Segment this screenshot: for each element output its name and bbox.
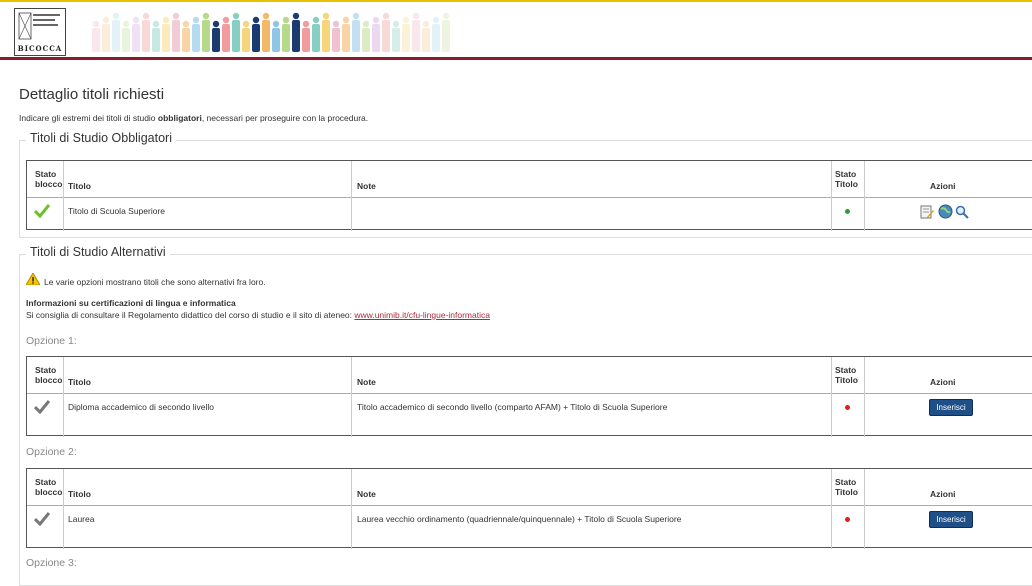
warning-text: Le varie opzioni mostrano titoli che son… bbox=[44, 277, 266, 287]
col-divider bbox=[351, 469, 352, 549]
warning-icon bbox=[26, 273, 40, 285]
edit-icon[interactable] bbox=[920, 205, 934, 219]
col-stato-titolo: Stato Titolo bbox=[835, 477, 858, 497]
col-divider bbox=[63, 161, 64, 231]
intro-bold: obbligatori bbox=[157, 113, 202, 123]
col-stato-blocco: Stato blocco bbox=[35, 169, 63, 189]
col-azioni: Azioni bbox=[930, 377, 956, 387]
row-note: Titolo accademico di secondo livello (co… bbox=[357, 402, 668, 412]
col-stato-titolo: Stato Titolo bbox=[835, 365, 858, 385]
info-text-body: Si consiglia di consultare il Regolament… bbox=[26, 310, 355, 320]
row-note: Laurea vecchio ordinamento (quadriennale… bbox=[357, 514, 682, 524]
legend-obbligatori: Titoli di Studio Obbligatori bbox=[26, 131, 176, 145]
header-divider bbox=[27, 393, 1032, 394]
header-divider bbox=[27, 505, 1032, 506]
col-stato-blocco: Stato blocco bbox=[35, 477, 63, 497]
option-label: Opzione 3: bbox=[26, 557, 77, 569]
option-label: Opzione 1: bbox=[26, 335, 77, 347]
table-option-1: Stato blocco Titolo Note Stato Titolo Azio… bbox=[26, 356, 1032, 437]
col-titolo: Titolo bbox=[68, 489, 91, 499]
check-grey-icon bbox=[34, 400, 50, 414]
col-stato-blocco: Stato blocco bbox=[35, 365, 63, 385]
info-text: Si consiglia di consultare il Regolament… bbox=[26, 310, 490, 320]
page-title: Dettaglio titoli richiesti bbox=[19, 86, 165, 103]
table-obbligatori: Stato blocco Titolo Note Stato Titolo Azio… bbox=[26, 160, 1032, 231]
logo-seal-icon bbox=[18, 12, 60, 40]
row-titolo: Diploma accademico di secondo livello bbox=[68, 402, 214, 412]
intro-post: , necessari per proseguire con la proced… bbox=[201, 113, 369, 123]
col-divider bbox=[831, 469, 832, 549]
table-option-2: Stato blocco Titolo Note Stato Titolo Azio… bbox=[26, 468, 1032, 549]
people-banner-icon bbox=[92, 12, 450, 52]
search-icon[interactable] bbox=[955, 205, 969, 219]
intro-pre: Indicare gli estremi dei titoli di studi… bbox=[19, 113, 158, 123]
col-divider bbox=[831, 161, 832, 231]
site-header: BICOCCA bbox=[0, 0, 1032, 60]
info-title: Informazioni su certificazioni di lingua… bbox=[26, 298, 236, 308]
university-logo[interactable]: BICOCCA bbox=[14, 8, 66, 56]
col-divider bbox=[864, 469, 865, 549]
status-dot-red bbox=[845, 405, 850, 410]
col-divider bbox=[351, 357, 352, 437]
col-stato-titolo: Stato Titolo bbox=[835, 169, 858, 189]
col-divider bbox=[864, 161, 865, 231]
col-divider bbox=[864, 357, 865, 437]
col-azioni: Azioni bbox=[930, 489, 956, 499]
globe-icon[interactable] bbox=[938, 204, 953, 219]
inserisci-button[interactable]: Inserisci bbox=[929, 511, 973, 528]
col-divider bbox=[63, 469, 64, 549]
col-note: Note bbox=[357, 489, 376, 499]
col-divider bbox=[351, 161, 352, 231]
col-note: Note bbox=[357, 377, 376, 387]
row-titolo: Titolo di Scuola Superiore bbox=[68, 206, 166, 216]
intro-text: Indicare gli estremi dei titoli di studi… bbox=[19, 113, 368, 123]
col-divider bbox=[831, 357, 832, 437]
check-grey-icon bbox=[34, 512, 50, 526]
col-titolo: Titolo bbox=[68, 377, 91, 387]
col-divider bbox=[63, 357, 64, 437]
col-azioni: Azioni bbox=[930, 181, 956, 191]
row-titolo: Laurea bbox=[68, 514, 95, 524]
legend-alternativi: Titoli di Studio Alternativi bbox=[26, 245, 170, 259]
check-green-icon bbox=[34, 204, 50, 218]
status-dot-green bbox=[845, 209, 850, 214]
status-dot-red bbox=[845, 517, 850, 522]
header-divider bbox=[27, 197, 1032, 198]
col-note: Note bbox=[357, 181, 376, 191]
inserisci-button[interactable]: Inserisci bbox=[929, 399, 973, 416]
option-label: Opzione 2: bbox=[26, 446, 77, 458]
cfu-link[interactable]: www.unimib.it/cfu-lingue-informatica bbox=[354, 310, 490, 320]
logo-text: BICOCCA bbox=[17, 44, 63, 53]
col-titolo: Titolo bbox=[68, 181, 91, 191]
